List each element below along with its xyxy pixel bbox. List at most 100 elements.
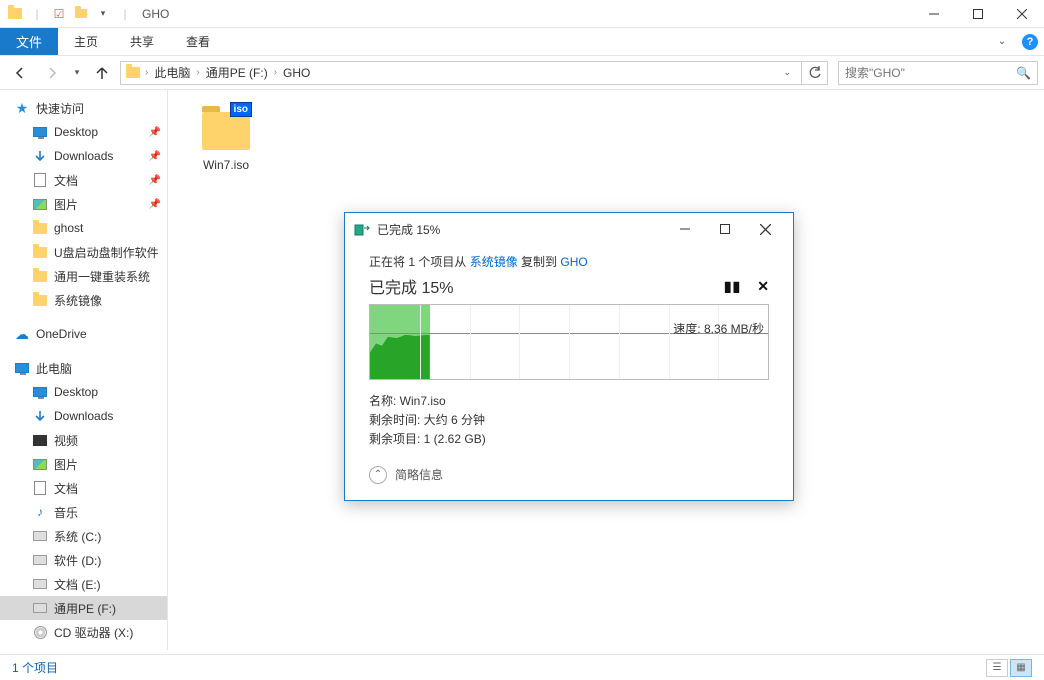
pin-icon: 📌: [149, 151, 161, 162]
maximize-button[interactable]: [956, 0, 1000, 28]
dialog-title-bar[interactable]: 已完成 15%: [345, 213, 793, 245]
check-icon[interactable]: ☑: [50, 5, 68, 23]
dropdown-icon[interactable]: ▾: [94, 5, 112, 23]
copy-description: 正在将 1 个项目从 系统镜像 复制到 GHO: [369, 253, 769, 270]
search-box[interactable]: 🔍: [838, 61, 1038, 85]
disc-icon: [32, 624, 48, 640]
sidebar-this-pc[interactable]: 此电脑: [0, 356, 167, 380]
cancel-button[interactable]: ✕: [757, 278, 769, 295]
help-icon: ?: [1022, 34, 1038, 50]
monitor-icon: [32, 384, 48, 400]
view-tab[interactable]: 查看: [170, 28, 226, 55]
folder-icon: [6, 5, 24, 23]
file-item[interactable]: iso Win7.iso: [188, 100, 264, 172]
sidebar-item-label: Downloads: [54, 149, 113, 163]
status-bar: 1 个项目 ☰ ▦: [0, 654, 1044, 680]
sidebar-item-label: 通用一键重装系统: [54, 268, 150, 285]
forward-button[interactable]: [38, 60, 66, 86]
details-view-button[interactable]: ☰: [986, 659, 1008, 677]
sidebar-item[interactable]: 图片 📌: [0, 192, 167, 216]
back-button[interactable]: [6, 60, 34, 86]
sidebar-item[interactable]: 通用一键重装系统: [0, 264, 167, 288]
speed-label: 速度: 8.36 MB/秒: [673, 320, 764, 337]
sidebar-label: 快速访问: [36, 100, 84, 117]
sidebar-item[interactable]: ♪音乐: [0, 500, 167, 524]
dialog-minimize-button[interactable]: [665, 215, 705, 243]
recent-dropdown[interactable]: ▾: [70, 60, 84, 86]
folder-small-icon[interactable]: [72, 5, 90, 23]
sidebar-item-label: 视频: [54, 432, 78, 449]
pause-button[interactable]: ▮▮: [724, 278, 741, 295]
details-toggle[interactable]: ⌃ 简略信息: [369, 466, 769, 484]
folder-icon: [32, 220, 48, 236]
progress-title: 已完成 15%: [369, 274, 453, 298]
ribbon-expand-icon[interactable]: ⌄: [988, 28, 1016, 55]
minimize-button[interactable]: [912, 0, 956, 28]
sidebar-item[interactable]: 系统镜像: [0, 288, 167, 312]
sidebar-item[interactable]: 文档📌: [0, 168, 167, 192]
sidebar-quick-access[interactable]: ★ 快速访问: [0, 96, 167, 120]
speed-chart: 速度: 8.36 MB/秒: [369, 304, 769, 380]
sidebar-item-label: 系统 (C:): [54, 528, 101, 545]
sidebar-item[interactable]: 系统 (C:): [0, 524, 167, 548]
search-icon[interactable]: 🔍: [1016, 66, 1031, 80]
home-tab[interactable]: 主页: [58, 28, 114, 55]
sidebar-label: OneDrive: [36, 327, 87, 341]
sidebar-item-label: 通用PE (F:): [54, 600, 116, 617]
source-link[interactable]: 系统镜像: [470, 255, 518, 269]
iso-badge-icon: iso: [230, 102, 252, 117]
dialog-maximize-button[interactable]: [705, 215, 745, 243]
file-tab[interactable]: 文件: [0, 28, 58, 55]
chevron-right-icon[interactable]: ›: [196, 67, 199, 78]
details-label: 简略信息: [395, 466, 443, 483]
window-title: GHO: [142, 7, 169, 21]
name-info: 名称: Win7.iso: [369, 392, 769, 411]
sidebar-onedrive[interactable]: ☁OneDrive: [0, 322, 167, 346]
sidebar-item-label: 文档: [54, 480, 78, 497]
view-toggle: ☰ ▦: [986, 659, 1032, 677]
divider-icon: |: [116, 5, 134, 23]
sidebar-item[interactable]: Desktop📌: [0, 120, 167, 144]
share-tab[interactable]: 共享: [114, 28, 170, 55]
address-bar[interactable]: › 此电脑 › 通用PE (F:) › GHO ⌄: [120, 61, 802, 85]
pic-icon: [32, 456, 48, 472]
breadcrumb[interactable]: 此电脑: [152, 64, 192, 81]
sidebar-item[interactable]: 视频: [0, 428, 167, 452]
chevron-right-icon[interactable]: ›: [145, 67, 148, 78]
copy-icon: [353, 220, 371, 238]
search-input[interactable]: [845, 66, 1016, 80]
pin-icon: 📌: [149, 199, 161, 210]
sidebar-item[interactable]: 文档: [0, 476, 167, 500]
sidebar-item[interactable]: 图片: [0, 452, 167, 476]
sidebar-item[interactable]: U盘启动盘制作软件: [0, 240, 167, 264]
breadcrumb[interactable]: 通用PE (F:): [204, 64, 270, 81]
monitor-icon: [32, 124, 48, 140]
sidebar-item[interactable]: 文档 (E:): [0, 572, 167, 596]
sidebar-item-label: 图片: [54, 196, 78, 213]
sidebar-item[interactable]: Downloads: [0, 404, 167, 428]
help-button[interactable]: ?: [1016, 28, 1044, 55]
sidebar-item-label: 文档: [54, 172, 78, 189]
refresh-button[interactable]: [802, 61, 828, 85]
breadcrumb[interactable]: GHO: [281, 66, 312, 80]
sidebar-item[interactable]: Desktop: [0, 380, 167, 404]
sidebar-item[interactable]: ghost: [0, 216, 167, 240]
sidebar-item-label: 文档 (E:): [54, 576, 101, 593]
file-thumbnail: iso: [200, 100, 252, 152]
divider-icon: |: [28, 5, 46, 23]
nav-bar: ▾ › 此电脑 › 通用PE (F:) › GHO ⌄ 🔍: [0, 56, 1044, 90]
folder-icon: [32, 292, 48, 308]
up-button[interactable]: [88, 60, 116, 86]
sidebar-item-label: 软件 (D:): [54, 552, 101, 569]
close-button[interactable]: [1000, 0, 1044, 28]
sidebar-item[interactable]: 软件 (D:): [0, 548, 167, 572]
sidebar-item[interactable]: CD 驱动器 (X:): [0, 620, 167, 644]
sidebar-item[interactable]: Downloads 📌: [0, 144, 167, 168]
sidebar-item[interactable]: 通用PE (F:): [0, 596, 167, 620]
address-dropdown[interactable]: ⌄: [777, 67, 797, 78]
dest-link[interactable]: GHO: [560, 255, 587, 269]
dialog-close-button[interactable]: [745, 215, 785, 243]
icons-view-button[interactable]: ▦: [1010, 659, 1032, 677]
star-icon: ★: [14, 100, 30, 116]
chevron-right-icon[interactable]: ›: [274, 67, 277, 78]
